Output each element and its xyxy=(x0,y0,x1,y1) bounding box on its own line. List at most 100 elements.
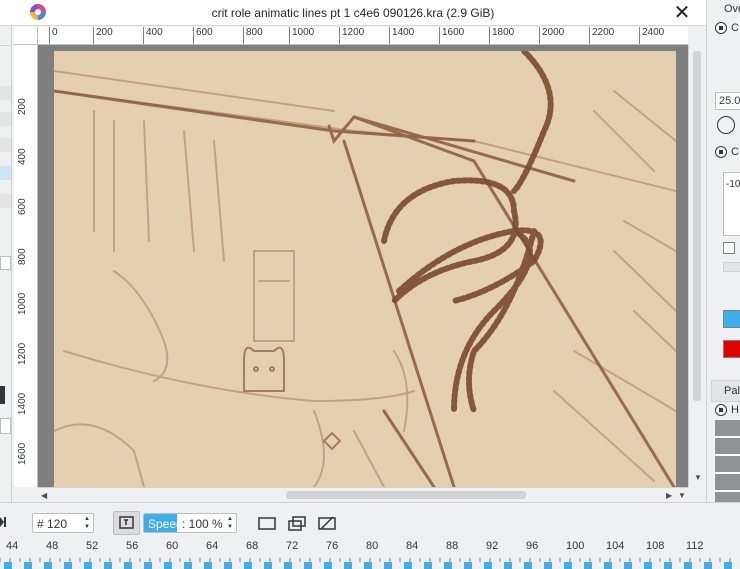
timeline-frame-cell xyxy=(424,562,432,569)
value-slider[interactable]: -10 xyxy=(723,172,740,236)
playback-speed-field[interactable]: Speed : 100 % ▲ ▼ xyxy=(143,513,237,533)
document-title: crit role animatic lines pt 1 c4e6 09012… xyxy=(211,6,495,20)
timeline-frame-label: 104 xyxy=(606,540,625,552)
timeline-frame-cell xyxy=(304,562,312,569)
ruler-label: 600 xyxy=(17,198,28,215)
palette-swatches[interactable] xyxy=(715,420,740,502)
ruler-label: 800 xyxy=(243,27,263,44)
foreground-color-swatch[interactable] xyxy=(723,310,740,328)
timeline-frame-cell xyxy=(284,562,292,569)
timeline-frame-cell xyxy=(24,562,32,569)
docker-item-label: C xyxy=(731,146,739,158)
rotate-dial-icon[interactable] xyxy=(717,116,735,134)
scroll-down-arrow-icon[interactable]: ▼ xyxy=(678,491,686,500)
docker-item[interactable] xyxy=(0,86,11,100)
spin-arrows-icon[interactable]: ▲ ▼ xyxy=(82,515,92,531)
timeline-keyframe-strip xyxy=(4,562,732,569)
timeline-frame-cell xyxy=(264,562,272,569)
spin-arrows-icon[interactable]: ▲ ▼ xyxy=(225,515,235,531)
scroll-right-arrow-icon[interactable]: ▶ xyxy=(666,491,672,500)
canvas-viewport[interactable] xyxy=(38,45,688,487)
scroll-left-arrow-icon[interactable]: ◀ xyxy=(41,491,47,500)
timeline-frame-cell xyxy=(64,562,72,569)
scroll-down-arrow-icon[interactable]: ▼ xyxy=(694,473,702,482)
timeline-frame-cell xyxy=(704,562,712,569)
timeline-frame-label: 96 xyxy=(526,540,539,552)
timeline-frame-cell xyxy=(104,562,112,569)
timeline-frame-cell xyxy=(144,562,152,569)
ruler-label: 1600 xyxy=(17,442,28,465)
timeline-frame-cell xyxy=(644,562,652,569)
timeline-frame-cell xyxy=(684,562,692,569)
trash-icon[interactable] xyxy=(0,386,5,404)
docker-item-label: H xyxy=(731,404,739,416)
timeline-frame-cell xyxy=(464,562,472,569)
ruler-label: 2000 xyxy=(538,27,565,44)
docker-button[interactable] xyxy=(723,262,740,272)
duplicate-frames-icon[interactable] xyxy=(287,515,307,531)
timeline-frame-cell xyxy=(584,562,592,569)
loop-playback-button[interactable] xyxy=(113,511,140,535)
ruler-label: 600 xyxy=(193,27,213,44)
timeline-frame-label: 44 xyxy=(6,540,19,552)
ruler-label: 1400 xyxy=(388,27,415,44)
horizontal-scroll-thumb[interactable] xyxy=(286,491,526,499)
timeline-frame-cell xyxy=(504,562,512,569)
loop-icon xyxy=(119,516,134,529)
timeline-frame-cell xyxy=(324,562,332,569)
timeline-frame-label: 80 xyxy=(366,540,379,552)
zoom-field[interactable]: 25.0 xyxy=(715,92,740,110)
timeline-frame-cell xyxy=(564,562,572,569)
timeline-frame-label: 112 xyxy=(686,540,704,552)
ruler-label: 1000 xyxy=(288,27,315,44)
timeline-frame-cell xyxy=(524,562,532,569)
timeline-frame-cell xyxy=(164,562,172,569)
close-document-button[interactable]: ✕ xyxy=(670,2,694,24)
current-frame-field[interactable]: # 120 ▲ ▼ xyxy=(32,513,94,533)
right-docker: Ove C 25.0 C -10 Pale H xyxy=(706,0,740,502)
docker-field[interactable] xyxy=(0,418,11,434)
ruler-label: 1800 xyxy=(488,27,515,44)
timeline-frame-label: 64 xyxy=(206,540,219,552)
drawing-canvas[interactable] xyxy=(52,48,677,487)
ruler-label: 1200 xyxy=(17,342,28,365)
timeline-frame-label: 72 xyxy=(286,540,299,552)
docker-tab[interactable] xyxy=(0,26,11,46)
docker-field[interactable] xyxy=(0,256,11,270)
ruler-label: 1600 xyxy=(438,27,465,44)
docker-item-selected[interactable] xyxy=(0,166,11,180)
timeline-frame-cell xyxy=(604,562,612,569)
docker-item-label: C xyxy=(731,22,739,34)
lock-icon[interactable] xyxy=(715,404,727,416)
ruler-corner xyxy=(14,27,38,45)
ruler-label: 0 xyxy=(49,27,58,44)
docker-item[interactable] xyxy=(0,138,11,152)
timeline-frame-cell xyxy=(664,562,672,569)
overview-tab[interactable]: Ove xyxy=(724,3,740,15)
timeline-frame-cell xyxy=(544,562,552,569)
drop-frames-icon[interactable] xyxy=(317,515,337,531)
vertical-scroll-thumb[interactable] xyxy=(693,51,701,401)
vertical-ruler: 200 400 600 800 1000 1200 1400 1600 xyxy=(14,45,38,487)
ruler-label: 800 xyxy=(17,248,28,265)
ruler-label: 400 xyxy=(17,148,28,165)
horizontal-scrollbar[interactable]: ◀ ▶ ▼ xyxy=(38,487,688,502)
background-color-swatch[interactable] xyxy=(723,340,740,358)
timeline-frame-label: 56 xyxy=(126,540,139,552)
timeline-frame-cell xyxy=(244,562,252,569)
docker-item[interactable] xyxy=(0,194,11,208)
docker-item[interactable] xyxy=(0,112,11,126)
title-bar: crit role animatic lines pt 1 c4e6 09012… xyxy=(0,0,706,26)
timeline-frame-cell xyxy=(724,562,732,569)
ruler-label: 1200 xyxy=(338,27,365,44)
lock-icon[interactable] xyxy=(715,22,727,34)
timeline-ruler[interactable]: 44 48 52 56 60 64 68 72 76 80 84 88 92 96 100 104 108 112 xyxy=(0,540,740,569)
timeline-frame-cell xyxy=(344,562,352,569)
checkbox[interactable] xyxy=(723,242,735,254)
last-frame-icon[interactable] xyxy=(0,517,6,527)
ruler-label: 200 xyxy=(17,98,28,115)
lock-icon[interactable] xyxy=(715,146,727,158)
onion-skin-icon[interactable] xyxy=(257,515,277,531)
palette-tab[interactable]: Pale xyxy=(711,380,740,402)
vertical-scrollbar[interactable]: ▼ xyxy=(688,45,706,487)
